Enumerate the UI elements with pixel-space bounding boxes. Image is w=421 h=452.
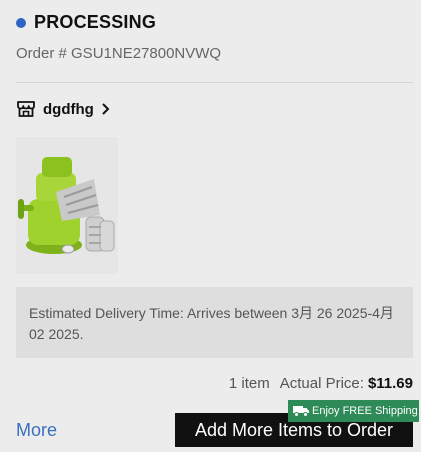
status-dot [16,17,26,28]
store-name: dgdfhg [43,100,94,118]
store-icon [17,101,35,117]
truck-icon [293,406,309,417]
more-button[interactable]: More [16,420,57,441]
product-image[interactable] [16,137,118,274]
store-link[interactable]: dgdfhg [16,99,112,119]
status-label: PROCESSING [34,12,157,32]
estimated-delivery-box: Estimated Delivery Time: Arrives between… [16,287,413,358]
free-shipping-text: Enjoy FREE Shipping [312,405,418,417]
price-label: Actual Price: [279,375,364,392]
item-count: 1 item [228,375,270,392]
order-status: PROCESSING [16,12,156,33]
chevron-right-icon [102,103,110,115]
order-number: Order # GSU1NE27800NVWQ [16,45,222,62]
free-shipping-badge: Enjoy FREE Shipping [288,400,419,422]
estimated-delivery-text: Estimated Delivery Time: Arrives between… [29,305,394,342]
divider [16,82,413,83]
vegetable-slicer-image [16,137,118,274]
actual-price: $11.69 [367,375,413,392]
order-summary: 1 item Actual Price: $11.69 [229,375,413,392]
